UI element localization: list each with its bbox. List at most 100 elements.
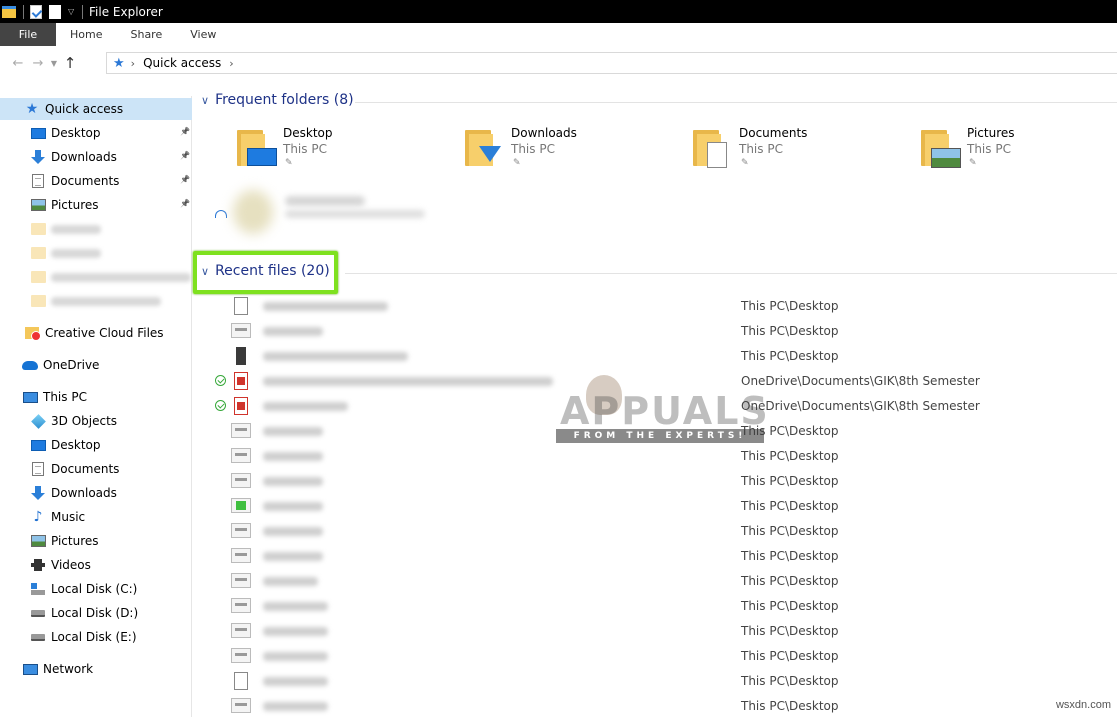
sidebar-item[interactable] bbox=[0, 218, 192, 240]
section-divider bbox=[355, 102, 1117, 103]
folder-icon bbox=[30, 270, 46, 284]
image-file-icon bbox=[231, 698, 251, 713]
breadcrumb-chevron-right-icon[interactable]: › bbox=[229, 57, 233, 70]
sidebar-item[interactable]: Desktop bbox=[0, 434, 192, 456]
sidebar-item[interactable]: Pictures 📌 bbox=[0, 194, 192, 216]
sidebar-item[interactable] bbox=[0, 266, 192, 288]
tab-file[interactable]: File bbox=[0, 23, 56, 46]
recent-file-row[interactable]: This PC\Desktop bbox=[193, 519, 1117, 544]
sidebar-item[interactable]: ★ Quick access bbox=[0, 98, 192, 120]
recent-file-row[interactable]: This PC\Desktop bbox=[193, 644, 1117, 669]
sidebar-item[interactable] bbox=[0, 290, 192, 312]
recent-file-row[interactable]: OneDrive\Documents\GIK\8th Semester bbox=[193, 369, 1117, 394]
pin-icon[interactable]: ✎ bbox=[285, 158, 293, 168]
recent-file-row[interactable]: This PC\Desktop bbox=[193, 619, 1117, 644]
quick-access-star-icon: ★ bbox=[24, 102, 40, 116]
recent-file-row[interactable]: This PC\Desktop bbox=[193, 419, 1117, 444]
recent-file-row[interactable]: This PC\Desktop bbox=[193, 319, 1117, 344]
3d-objects-icon bbox=[30, 413, 46, 429]
explorer-folder-icon[interactable] bbox=[2, 5, 16, 18]
sidebar-item[interactable]: Downloads 📌 bbox=[0, 146, 192, 168]
customize-toolbar-chevron-down-icon[interactable]: ▽ bbox=[68, 7, 76, 17]
pin-icon[interactable]: 📌 bbox=[180, 199, 190, 209]
sidebar-item[interactable]: Downloads bbox=[0, 482, 192, 504]
tab-share[interactable]: Share bbox=[116, 23, 176, 46]
folder-location: This PC bbox=[511, 142, 555, 156]
recent-file-row[interactable]: This PC\Desktop bbox=[193, 694, 1117, 717]
new-folder-icon[interactable] bbox=[49, 4, 61, 19]
recent-file-row[interactable]: This PC\Desktop bbox=[193, 594, 1117, 619]
frequent-folder-tile[interactable]: Pictures This PC ✎ bbox=[921, 126, 1117, 176]
pin-icon[interactable]: ✎ bbox=[513, 158, 521, 168]
recent-file-row[interactable]: This PC\Desktop bbox=[193, 469, 1117, 494]
sidebar-item[interactable]: ♪ Music bbox=[0, 506, 192, 528]
sidebar-item-label: This PC bbox=[43, 390, 87, 404]
file-name-blurred bbox=[263, 302, 388, 311]
folder-name: Downloads bbox=[511, 126, 577, 140]
pin-icon[interactable]: ✎ bbox=[969, 158, 977, 168]
frequent-folder-tile[interactable]: Desktop This PC ✎ bbox=[237, 126, 437, 176]
downloads-icon bbox=[30, 486, 46, 500]
tab-home[interactable]: Home bbox=[56, 23, 116, 46]
file-name-blurred bbox=[263, 502, 323, 511]
pdf-file-icon bbox=[234, 397, 248, 415]
file-name-blurred bbox=[263, 527, 323, 536]
sidebar-item[interactable]: Local Disk (E:) bbox=[0, 626, 192, 648]
blurred-folder-icon[interactable] bbox=[233, 190, 273, 234]
collapse-chevron-down-icon[interactable]: ∨ bbox=[201, 94, 209, 107]
pin-icon[interactable]: ✎ bbox=[741, 158, 749, 168]
recent-file-row[interactable]: OneDrive\Documents\GIK\8th Semester bbox=[193, 394, 1117, 419]
picture-overlay-icon bbox=[931, 148, 961, 168]
up-arrow-icon[interactable]: ↑ bbox=[60, 54, 80, 72]
sidebar-item-label: Local Disk (D:) bbox=[51, 606, 139, 620]
frequent-folder-tile[interactable]: Downloads This PC ✎ bbox=[465, 126, 665, 176]
sidebar-item-label-blurred bbox=[51, 272, 191, 282]
sidebar-item[interactable]: Desktop 📌 bbox=[0, 122, 192, 144]
image-file-icon bbox=[231, 623, 251, 638]
frequent-folders-header[interactable]: ∨ Frequent folders (8) bbox=[201, 92, 354, 108]
recent-file-row[interactable]: This PC\Desktop bbox=[193, 494, 1117, 519]
frequent-folder-tile[interactable]: Documents This PC ✎ bbox=[693, 126, 893, 176]
pin-icon[interactable]: 📌 bbox=[180, 175, 190, 185]
recent-file-row[interactable]: This PC\Desktop bbox=[193, 669, 1117, 694]
pin-icon[interactable]: 📌 bbox=[180, 151, 190, 161]
back-arrow-icon[interactable]: ← bbox=[8, 56, 28, 71]
recent-file-row[interactable]: This PC\Desktop bbox=[193, 544, 1117, 569]
sidebar-item-label: Downloads bbox=[51, 150, 117, 164]
address-bar[interactable]: ★ › Quick access › bbox=[106, 52, 1117, 74]
sidebar-item[interactable]: Documents 📌 bbox=[0, 170, 192, 192]
sidebar-item[interactable]: This PC bbox=[0, 386, 192, 408]
recent-file-row[interactable]: This PC\Desktop bbox=[193, 444, 1117, 469]
forward-arrow-icon[interactable]: → bbox=[28, 56, 48, 71]
sidebar-item[interactable]: Local Disk (C:) bbox=[0, 578, 192, 600]
sidebar-item[interactable]: Network bbox=[0, 658, 192, 680]
file-name-blurred bbox=[263, 702, 328, 711]
file-location: This PC\Desktop bbox=[741, 299, 839, 313]
recent-file-row[interactable]: This PC\Desktop bbox=[193, 344, 1117, 369]
sidebar-item[interactable] bbox=[0, 242, 192, 264]
sidebar-item[interactable]: OneDrive bbox=[0, 354, 192, 376]
document-file-icon bbox=[234, 672, 248, 690]
downloads-icon-glyph bbox=[31, 486, 45, 500]
tab-view[interactable]: View bbox=[176, 23, 230, 46]
sidebar-item[interactable]: Documents bbox=[0, 458, 192, 480]
sidebar-item[interactable]: Local Disk (D:) bbox=[0, 602, 192, 624]
folder-icon-glyph bbox=[30, 295, 46, 307]
properties-icon[interactable] bbox=[30, 4, 42, 19]
folder-icon bbox=[693, 130, 727, 168]
breadcrumb-chevron-right-icon[interactable]: › bbox=[131, 57, 135, 70]
breadcrumb-quick-access[interactable]: Quick access bbox=[143, 56, 221, 70]
recent-locations-chevron-down-icon[interactable]: ▼ bbox=[48, 59, 60, 68]
file-location: This PC\Desktop bbox=[741, 499, 839, 513]
sidebar-item[interactable]: Pictures bbox=[0, 530, 192, 552]
title-bar: ▽ File Explorer bbox=[0, 0, 1117, 23]
sidebar-item-label: OneDrive bbox=[43, 358, 100, 372]
sidebar-item[interactable]: Creative Cloud Files bbox=[0, 322, 192, 344]
recent-file-row[interactable]: This PC\Desktop bbox=[193, 569, 1117, 594]
file-location: This PC\Desktop bbox=[741, 574, 839, 588]
sidebar-item[interactable]: 3D Objects bbox=[0, 410, 192, 432]
downloads-icon-glyph bbox=[31, 150, 45, 164]
sidebar-item[interactable]: Videos bbox=[0, 554, 192, 576]
recent-file-row[interactable]: This PC\Desktop bbox=[193, 294, 1117, 319]
pin-icon[interactable]: 📌 bbox=[180, 127, 190, 137]
